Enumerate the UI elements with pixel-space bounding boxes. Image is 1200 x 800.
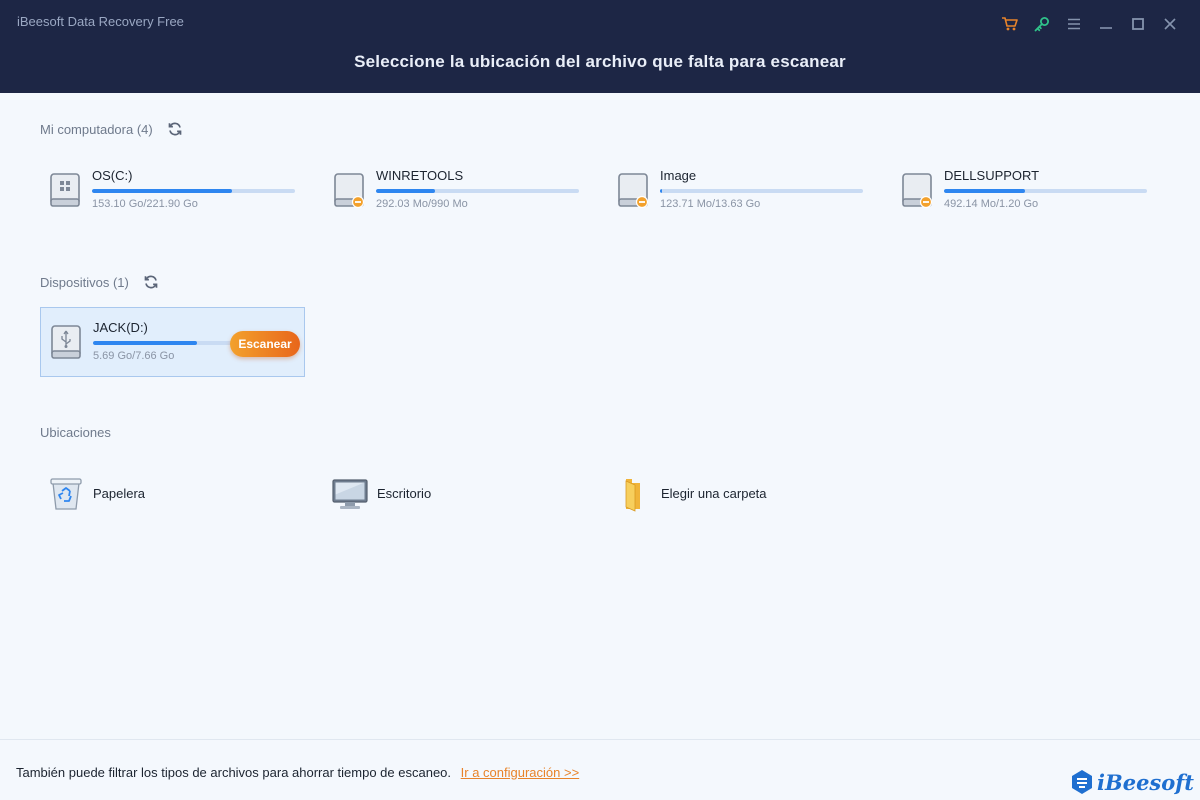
location-label: Elegir una carpeta (661, 485, 767, 501)
page-headline: Seleccione la ubicación del archivo que … (354, 52, 846, 71)
minimize-icon[interactable] (1090, 12, 1122, 36)
drive-dellsupport[interactable]: DELLSUPPORT 492.14 Mo/1.20 Go (892, 156, 1158, 226)
device-size: 5.69 Go/7.66 Go (93, 350, 175, 362)
settings-link[interactable]: Ir a configuración >> (461, 765, 580, 780)
location-label: Papelera (93, 485, 146, 501)
drive-size: 153.10 Go/221.90 Go (92, 198, 198, 210)
devices-section-title: Dispositivos (1) (40, 274, 159, 290)
close-icon[interactable] (1154, 12, 1186, 36)
cart-icon[interactable] (994, 12, 1026, 36)
devices-section-label: Dispositivos (1) (40, 274, 129, 290)
bee-logo-icon (1071, 770, 1092, 794)
drive-image[interactable]: Image 123.71 Mo/13.63 Go (608, 156, 874, 226)
brand-logo: iBeesoft (1069, 768, 1194, 796)
recycle-bin-icon (46, 473, 86, 513)
location-recycle-bin[interactable]: Papelera (40, 470, 145, 516)
drive-name: WINRETOOLS (376, 168, 464, 183)
drive-winretools[interactable]: WINRETOOLS 292.03 Mo/990 Mo (324, 156, 590, 226)
device-usage-fill (93, 341, 197, 345)
footer-hint: También puede filtrar los tipos de archi… (16, 765, 579, 780)
locations-section-title: Ubicaciones (40, 425, 111, 440)
drive-warning-icon (900, 170, 934, 210)
drive-size: 492.14 Mo/1.20 Go (944, 198, 1039, 210)
key-icon[interactable] (1026, 12, 1058, 36)
windows-drive-icon (48, 170, 82, 210)
drive-usage-bar (92, 189, 295, 193)
drive-usage-fill (376, 189, 435, 193)
maximize-icon[interactable] (1122, 12, 1154, 36)
refresh-drives-icon[interactable] (167, 121, 183, 137)
computer-section-title: Mi computadora (4) (40, 121, 183, 137)
drive-size: 292.03 Mo/990 Mo (376, 198, 468, 210)
device-usage-bar (93, 341, 233, 345)
drive-name: OS(C:) (92, 168, 133, 183)
folder-icon (614, 473, 654, 513)
footer-hint-text: También puede filtrar los tipos de archi… (16, 765, 452, 780)
drive-usage-bar (944, 189, 1147, 193)
drive-size: 123.71 Mo/13.63 Go (660, 198, 761, 210)
device-jack-d[interactable]: JACK(D:) 5.69 Go/7.66 Go Escanear (40, 307, 305, 377)
drive-warning-icon (616, 170, 650, 210)
locations-section-label: Ubicaciones (40, 425, 111, 440)
scan-button[interactable]: Escanear (230, 331, 300, 357)
drive-usage-fill (660, 189, 663, 193)
menu-icon[interactable] (1058, 12, 1090, 36)
usb-drive-icon (49, 322, 83, 362)
drive-usage-fill (944, 189, 1026, 193)
app-title: iBeesoft Data Recovery Free (17, 14, 184, 29)
footer: También puede filtrar los tipos de archi… (0, 739, 1200, 800)
drive-warning-icon (332, 170, 366, 210)
location-label: Escritorio (377, 485, 432, 501)
title-bar: iBeesoft Data Recovery Free Seleccione l… (0, 0, 1200, 93)
drive-usage-bar (376, 189, 579, 193)
computer-section-label: Mi computadora (4) (40, 121, 153, 137)
desktop-icon (330, 473, 370, 513)
drive-usage-fill (92, 189, 233, 193)
drive-usage-bar (660, 189, 863, 193)
brand-name: iBeesoft (1096, 769, 1194, 795)
refresh-devices-icon[interactable] (143, 274, 159, 290)
device-name: JACK(D:) (93, 320, 148, 335)
drive-name: Image (660, 168, 697, 183)
drive-os-c[interactable]: OS(C:) 153.10 Go/221.90 Go (40, 156, 306, 226)
location-choose-folder[interactable]: Elegir una carpeta (608, 470, 767, 516)
drive-name: DELLSUPPORT (944, 168, 1040, 183)
location-desktop[interactable]: Escritorio (324, 470, 431, 516)
window-controls (994, 12, 1186, 36)
